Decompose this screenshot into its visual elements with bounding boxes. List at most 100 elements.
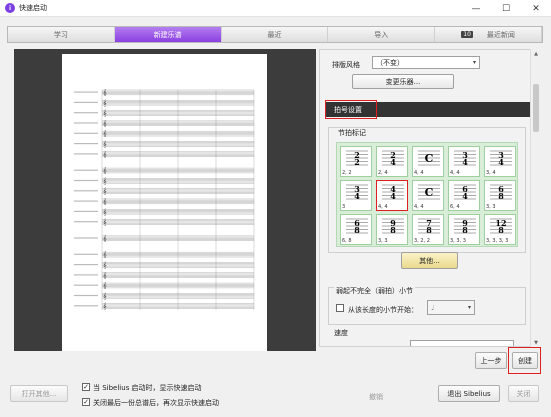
- show-after-close-checkbox[interactable]: [82, 398, 90, 406]
- time-signature-beat-label: 4, 4: [414, 170, 424, 176]
- layout-style-select[interactable]: （不变） ▾: [372, 56, 480, 69]
- time-signature-option[interactable]: 2 4 2, 4: [376, 146, 408, 177]
- time-signature-option[interactable]: C 4, 4: [412, 146, 444, 177]
- svg-text:𝄞: 𝄞: [103, 198, 107, 206]
- time-signature-glyph: 78: [418, 218, 440, 235]
- time-signature-beat-label: 6, 4: [450, 204, 460, 210]
- time-signature-group-label: 节拍标记: [336, 128, 368, 138]
- scroll-up-icon[interactable]: ▲: [531, 49, 541, 58]
- time-signature-beat-label: 3, 3: [378, 238, 388, 244]
- score-page: 𝄞 𝄞 𝄞 𝄞 𝄞 𝄞 𝄞 𝄞 𝄞 𝄞 𝄞 𝄞 𝄞 𝄞 𝄞 𝄞 𝄞 𝄞 𝄞 𝄞: [62, 54, 267, 351]
- svg-text:𝄞: 𝄞: [103, 167, 107, 175]
- svg-text:4: 4: [354, 191, 360, 201]
- svg-text:𝄞: 𝄞: [103, 130, 107, 138]
- back-button[interactable]: 上一步: [475, 352, 507, 369]
- pickup-checkbox[interactable]: [336, 304, 344, 312]
- tempo-text-field[interactable]: [410, 340, 514, 346]
- layout-style-label: 排版风格: [332, 61, 360, 69]
- svg-text:8: 8: [390, 225, 396, 235]
- time-signature-option[interactable]: 6 8 6, 8: [340, 214, 372, 245]
- score-preview: 𝄞 𝄞 𝄞 𝄞 𝄞 𝄞 𝄞 𝄞 𝄞 𝄞 𝄞 𝄞 𝄞 𝄞 𝄞 𝄞 𝄞 𝄞 𝄞 𝄞: [14, 49, 316, 351]
- app-icon: i: [5, 3, 15, 13]
- svg-text:𝄞: 𝄞: [103, 119, 107, 127]
- time-signature-option[interactable]: 3 4 4, 4: [448, 146, 480, 177]
- settings-scrollbar[interactable]: ▲ ▼: [530, 49, 540, 347]
- svg-text:8: 8: [426, 225, 432, 235]
- close-button[interactable]: ✕: [521, 0, 551, 17]
- create-button-highlight: [508, 347, 541, 374]
- svg-text:𝄞: 𝄞: [103, 218, 107, 226]
- time-signature-option[interactable]: 9 8 3, 3, 3: [448, 214, 480, 245]
- time-signature-option[interactable]: 2 2 2, 2: [340, 146, 372, 177]
- tempo-label: 速度: [334, 329, 348, 337]
- time-signature-option[interactable]: C 4, 4: [412, 180, 444, 211]
- svg-text:𝄞: 𝄞: [103, 99, 107, 107]
- svg-text:𝄞: 𝄞: [103, 292, 107, 300]
- maximize-button[interactable]: ☐: [491, 0, 521, 17]
- time-signature-grid: 2 2 2, 2 2 4 2, 4 C 4, 4 3 4 4, 4 3 4 3, 4 3 4 3 4 4 4, 4C4…: [336, 142, 518, 247]
- svg-text:8: 8: [498, 225, 504, 235]
- time-signature-beat-label: 4, 4: [450, 170, 460, 176]
- score-staves: 𝄞 𝄞 𝄞 𝄞 𝄞 𝄞 𝄞 𝄞 𝄞 𝄞 𝄞 𝄞 𝄞 𝄞 𝄞 𝄞 𝄞 𝄞 𝄞 𝄞: [74, 89, 255, 310]
- change-instruments-button[interactable]: 变更乐器...: [352, 74, 454, 89]
- cancel-label: 撤销: [369, 393, 383, 401]
- tab-news[interactable]: 10 最近新闻: [435, 27, 542, 42]
- section-header-highlight: [325, 100, 377, 119]
- time-signature-glyph: 34: [490, 150, 512, 167]
- time-signature-option[interactable]: 3 4 3, 4: [484, 146, 516, 177]
- svg-text:𝄞: 𝄞: [103, 109, 107, 117]
- time-signature-option[interactable]: 9 8 3, 3: [376, 214, 408, 245]
- tab-new-score[interactable]: 新建乐谱: [114, 27, 222, 42]
- news-count-badge: 10: [461, 31, 473, 38]
- svg-text:𝄞: 𝄞: [103, 150, 107, 158]
- tab-learn[interactable]: 学习: [8, 27, 115, 42]
- title-bar: i 快速启动 — ☐ ✕: [0, 0, 551, 17]
- svg-text:𝄞: 𝄞: [103, 251, 107, 259]
- svg-text:4: 4: [390, 157, 396, 167]
- exit-sibelius-button[interactable]: 退出 Sibelius: [438, 385, 500, 402]
- svg-text:4: 4: [462, 191, 468, 201]
- svg-text:𝄞: 𝄞: [103, 234, 107, 242]
- svg-text:8: 8: [498, 191, 504, 201]
- pickup-checkbox-label: 从该长度的小节开始：: [348, 306, 418, 314]
- selected-time-signature-highlight: [376, 180, 408, 211]
- svg-text:𝄞: 𝄞: [103, 271, 107, 279]
- time-signature-option[interactable]: 6 4 6, 4: [448, 180, 480, 211]
- time-signature-beat-label: 3, 4: [486, 170, 496, 176]
- other-time-signature-button[interactable]: 其他...: [401, 252, 458, 269]
- chevron-down-icon: ▾: [467, 304, 471, 311]
- svg-text:𝄞: 𝄞: [103, 282, 107, 290]
- pickup-length-select[interactable]: ♩ ▾: [427, 300, 475, 315]
- time-signature-option[interactable]: 4 4 4, 4: [376, 180, 408, 211]
- time-signature-beat-label: 2, 4: [378, 170, 388, 176]
- open-other-button[interactable]: 打开其他...: [10, 385, 68, 402]
- svg-text:𝄞: 𝄞: [103, 261, 107, 269]
- scroll-thumb[interactable]: [533, 84, 539, 132]
- tab-import[interactable]: 导入: [328, 27, 436, 42]
- show-after-close-label: 关闭最后一份总谱后，再次显示快速启动: [93, 399, 219, 407]
- time-signature-beat-label: 3, 3, 3: [450, 238, 466, 244]
- time-signature-glyph: C: [418, 184, 440, 200]
- svg-text:𝄞: 𝄞: [103, 208, 107, 216]
- settings-panel: 排版风格 （不变） ▾ 变更乐器... 拍号设置 节拍标记 2 2 2, 2 2 4 2,…: [319, 49, 534, 347]
- time-signature-option[interactable]: 7 8 3, 2, 2: [412, 214, 444, 245]
- show-on-start-checkbox[interactable]: [82, 383, 90, 391]
- time-signature-beat-label: 3: [342, 204, 346, 210]
- close-dialog-button[interactable]: 关闭: [508, 385, 539, 402]
- svg-text:8: 8: [354, 225, 360, 235]
- time-signature-glyph: 68: [346, 218, 368, 235]
- time-signature-option[interactable]: 343: [340, 180, 372, 211]
- minimize-button[interactable]: —: [461, 0, 491, 17]
- window-title: 快速启动: [19, 4, 47, 12]
- time-signature-beat-label: 3, 3, 3, 3: [486, 238, 509, 244]
- time-signature-glyph: 128: [490, 218, 512, 235]
- scroll-down-icon[interactable]: ▼: [531, 338, 541, 347]
- time-signature-glyph: 68: [490, 184, 512, 201]
- time-signature-beat-label: 2, 2: [342, 170, 352, 176]
- svg-text:𝄞: 𝄞: [103, 140, 107, 148]
- svg-text:C: C: [425, 186, 434, 199]
- time-signature-option[interactable]: 6 8 3, 3: [484, 180, 516, 211]
- svg-text:𝄞: 𝄞: [103, 177, 107, 185]
- tab-recent[interactable]: 最近: [221, 27, 329, 42]
- time-signature-option[interactable]: 12 8 3, 3, 3, 3: [484, 214, 516, 245]
